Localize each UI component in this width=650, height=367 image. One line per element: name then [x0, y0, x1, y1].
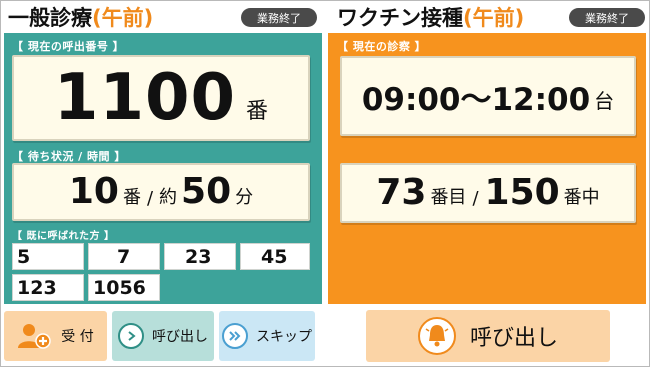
total-number: 150	[484, 172, 560, 213]
called-number-item: 45	[240, 243, 310, 270]
current-call-number: 1100	[53, 61, 237, 135]
general-clinic-title-text: 一般診療	[8, 6, 92, 30]
current-exam-label: 【 現在の診察 】	[337, 40, 427, 53]
order-separator: /	[472, 188, 479, 209]
current-call-unit: 番	[246, 99, 269, 124]
vaccine-call-button-label: 呼び出し	[469, 326, 558, 351]
general-clinic-status-badge: 業務終了	[241, 8, 317, 27]
call-button-label: 呼び出し	[152, 329, 208, 345]
vaccine-status-badge: 業務終了	[569, 8, 645, 27]
called-number-item: 23	[164, 243, 236, 270]
wait-count: 10	[68, 171, 119, 212]
general-clinic-title: 一般診療 (午前)	[8, 4, 153, 30]
vaccine-call-button[interactable]: 呼び出し	[366, 310, 610, 362]
called-number-item: 5	[12, 243, 84, 270]
vaccine-title-session: (午前)	[463, 6, 525, 30]
wait-status-card: 10 番 / 約 50 分	[12, 163, 310, 221]
wait-time: 50	[181, 171, 232, 212]
vaccine-title-text: ワクチン接種	[337, 6, 463, 30]
exam-time-unit: 台	[594, 89, 615, 113]
current-call-card: 1100 番	[12, 55, 310, 141]
bell-icon	[417, 317, 456, 355]
order-unit: 番目	[430, 187, 467, 208]
called-number-item: 123	[12, 274, 84, 301]
wait-count-unit: 番	[122, 187, 141, 208]
exam-time-range: 09:00～12:00	[361, 81, 591, 118]
already-called-label: 【 既に呼ばれた方 】	[12, 231, 115, 242]
fast-forward-icon	[222, 323, 248, 349]
called-number-item: 1056	[88, 274, 160, 301]
general-clinic-title-session: (午前)	[92, 6, 154, 30]
wait-status-label: 【 待ち状況 / 時間 】	[12, 150, 126, 163]
play-icon	[118, 323, 144, 349]
called-number-item: 7	[88, 243, 160, 270]
vaccine-order-card: 73 番目 / 150 番中	[340, 163, 636, 223]
call-button[interactable]: 呼び出し	[112, 311, 214, 361]
skip-button-label: スキップ	[256, 329, 312, 345]
current-exam-card: 09:00～12:00 台	[340, 56, 636, 136]
skip-button[interactable]: スキップ	[219, 311, 315, 361]
order-number: 73	[376, 172, 427, 213]
reception-button-label: 受 付	[61, 329, 94, 345]
wait-time-unit: 分	[235, 187, 254, 208]
wait-separator: /	[146, 188, 154, 209]
total-unit: 番中	[563, 187, 600, 208]
reception-button[interactable]: 受 付	[4, 311, 107, 361]
vaccine-title: ワクチン接種 (午前)	[337, 4, 524, 30]
current-call-label: 【 現在の呼出番号 】	[12, 40, 125, 53]
add-person-icon	[17, 322, 52, 350]
wait-approx: 約	[159, 187, 178, 208]
